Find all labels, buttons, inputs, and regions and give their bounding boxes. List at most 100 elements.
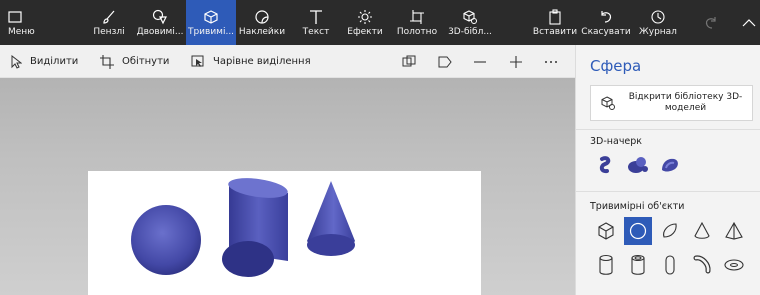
brush-icon <box>101 8 117 26</box>
tab-2d-shapes[interactable]: Двовимі... <box>135 0 185 45</box>
history-button[interactable]: Журнал <box>636 0 680 45</box>
curved-tube-tool[interactable] <box>688 251 716 279</box>
cursor-select-icon <box>11 54 22 69</box>
tube-icon <box>631 254 645 275</box>
more-dots-icon <box>545 60 557 63</box>
sun-effects-icon <box>357 8 373 26</box>
donut-icon <box>724 259 744 271</box>
cone-tool[interactable] <box>688 217 716 245</box>
cylinder-shape[interactable] <box>222 175 289 277</box>
3d-library-icon <box>462 8 478 26</box>
tab-brushes[interactable]: Пензлі <box>88 0 130 45</box>
top-toolbar: Меню Пензлі Двовимі... Тривимі... Наклей… <box>0 0 760 45</box>
cube-icon <box>598 222 614 240</box>
cube-tool[interactable] <box>592 217 620 245</box>
sphere-shape[interactable] <box>131 205 201 275</box>
hemisphere-icon <box>663 223 677 238</box>
sphere-icon <box>629 222 647 240</box>
view-3d-icon <box>402 55 416 66</box>
select-button[interactable]: Виділити <box>10 45 78 78</box>
tab-brushes-label: Пензлі <box>93 26 125 37</box>
magic-select-icon <box>191 55 204 67</box>
tab-text[interactable]: Текст <box>297 0 335 45</box>
cone-shape[interactable] <box>307 181 355 256</box>
undo-icon <box>598 8 614 26</box>
paste-icon <box>548 8 562 26</box>
soft-doodle-tool[interactable] <box>624 151 652 179</box>
cylinder-tool[interactable] <box>592 251 620 279</box>
tab-stickers-label: Наклейки <box>238 26 286 37</box>
redo-icon <box>703 14 719 32</box>
tab-effects[interactable]: Ефекти <box>343 0 387 45</box>
plus-icon <box>510 55 522 68</box>
tab-effects-label: Ефекти <box>347 26 383 37</box>
curved-tube-icon <box>693 255 711 274</box>
tab-canvas[interactable]: Полотно <box>393 0 441 45</box>
mixed-reality-button[interactable] <box>434 45 456 78</box>
chevron-up-icon <box>742 14 756 32</box>
tab-3d-library[interactable]: 3D-бібл... <box>445 0 495 45</box>
undo-label: Скасувати <box>581 26 631 37</box>
open-3d-library-label: Відкрити бібліотеку 3D-моделей <box>628 92 743 113</box>
history-icon <box>650 8 666 26</box>
tab-3d-shapes[interactable]: Тривимі... <box>186 0 236 45</box>
tab-3d-shapes-label: Тривимі... <box>187 26 235 37</box>
2d-shapes-icon <box>151 8 169 26</box>
canvas-crop-icon <box>409 8 425 26</box>
divider <box>576 129 760 130</box>
menu-label: Меню <box>8 26 35 37</box>
tab-text-label: Текст <box>302 26 330 37</box>
undo-button[interactable]: Скасувати <box>581 0 631 45</box>
doodle-section-title: 3D-начерк <box>590 136 643 147</box>
sharp-doodle-icon <box>599 156 611 174</box>
more-options-button[interactable] <box>540 45 562 78</box>
cylinder-icon <box>599 254 613 275</box>
tube-doodle-tool[interactable] <box>656 151 684 179</box>
redo-button[interactable] <box>696 0 726 45</box>
zoom-out-button[interactable] <box>469 45 491 78</box>
minus-icon <box>474 60 486 63</box>
crop-button[interactable]: Обітнути <box>100 45 169 78</box>
magic-select-button[interactable]: Чарівне виділення <box>191 45 311 78</box>
3d-library-icon <box>591 95 625 111</box>
tab-canvas-label: Полотно <box>396 26 438 37</box>
magic-select-label: Чарівне виділення <box>213 56 311 67</box>
3d-cube-icon <box>203 8 219 26</box>
mixed-reality-icon <box>438 56 452 67</box>
select-label: Виділити <box>30 56 79 67</box>
hemisphere-tool[interactable] <box>656 217 684 245</box>
divider <box>576 191 760 192</box>
donut-tool[interactable] <box>720 251 748 279</box>
drawing-canvas[interactable] <box>88 171 481 295</box>
view-3d-button[interactable] <box>398 45 420 78</box>
open-3d-library-button[interactable]: Відкрити бібліотеку 3D-моделей <box>590 85 753 121</box>
tab-stickers[interactable]: Наклейки <box>238 0 286 45</box>
sphere-tool[interactable] <box>624 217 652 245</box>
collapse-toolbar-button[interactable] <box>738 0 760 45</box>
paste-button[interactable]: Вставити <box>532 0 578 45</box>
crop-label: Обітнути <box>122 56 170 67</box>
objects-section-title: Тривимірні об'єкти <box>590 201 685 212</box>
workspace[interactable] <box>0 78 575 295</box>
tube-doodle-icon <box>662 158 678 172</box>
sharp-doodle-tool[interactable] <box>592 151 620 179</box>
cone-icon <box>694 221 710 239</box>
menu-button[interactable]: Меню <box>0 0 50 45</box>
tube-tool[interactable] <box>624 251 652 279</box>
capsule-tool[interactable] <box>656 251 684 279</box>
canvas-shapes <box>131 175 355 277</box>
pyramid-tool[interactable] <box>720 217 748 245</box>
panel-title: Сфера <box>590 57 642 75</box>
soft-doodle-icon <box>628 157 648 173</box>
text-t-icon <box>309 8 323 26</box>
paste-label: Вставити <box>532 26 578 37</box>
secondary-toolbar: Виділити Обітнути Чарівне виділення <box>0 45 575 78</box>
tab-3d-library-label: 3D-бібл... <box>448 26 492 37</box>
crop-icon <box>100 54 114 69</box>
tab-2d-shapes-label: Двовимі... <box>136 26 184 37</box>
sticker-icon <box>254 8 270 26</box>
shapes-panel: Сфера Відкрити бібліотеку 3D-моделей 3D-… <box>575 45 760 295</box>
zoom-in-button[interactable] <box>505 45 527 78</box>
history-label: Журнал <box>639 26 677 37</box>
capsule-icon <box>665 255 675 275</box>
